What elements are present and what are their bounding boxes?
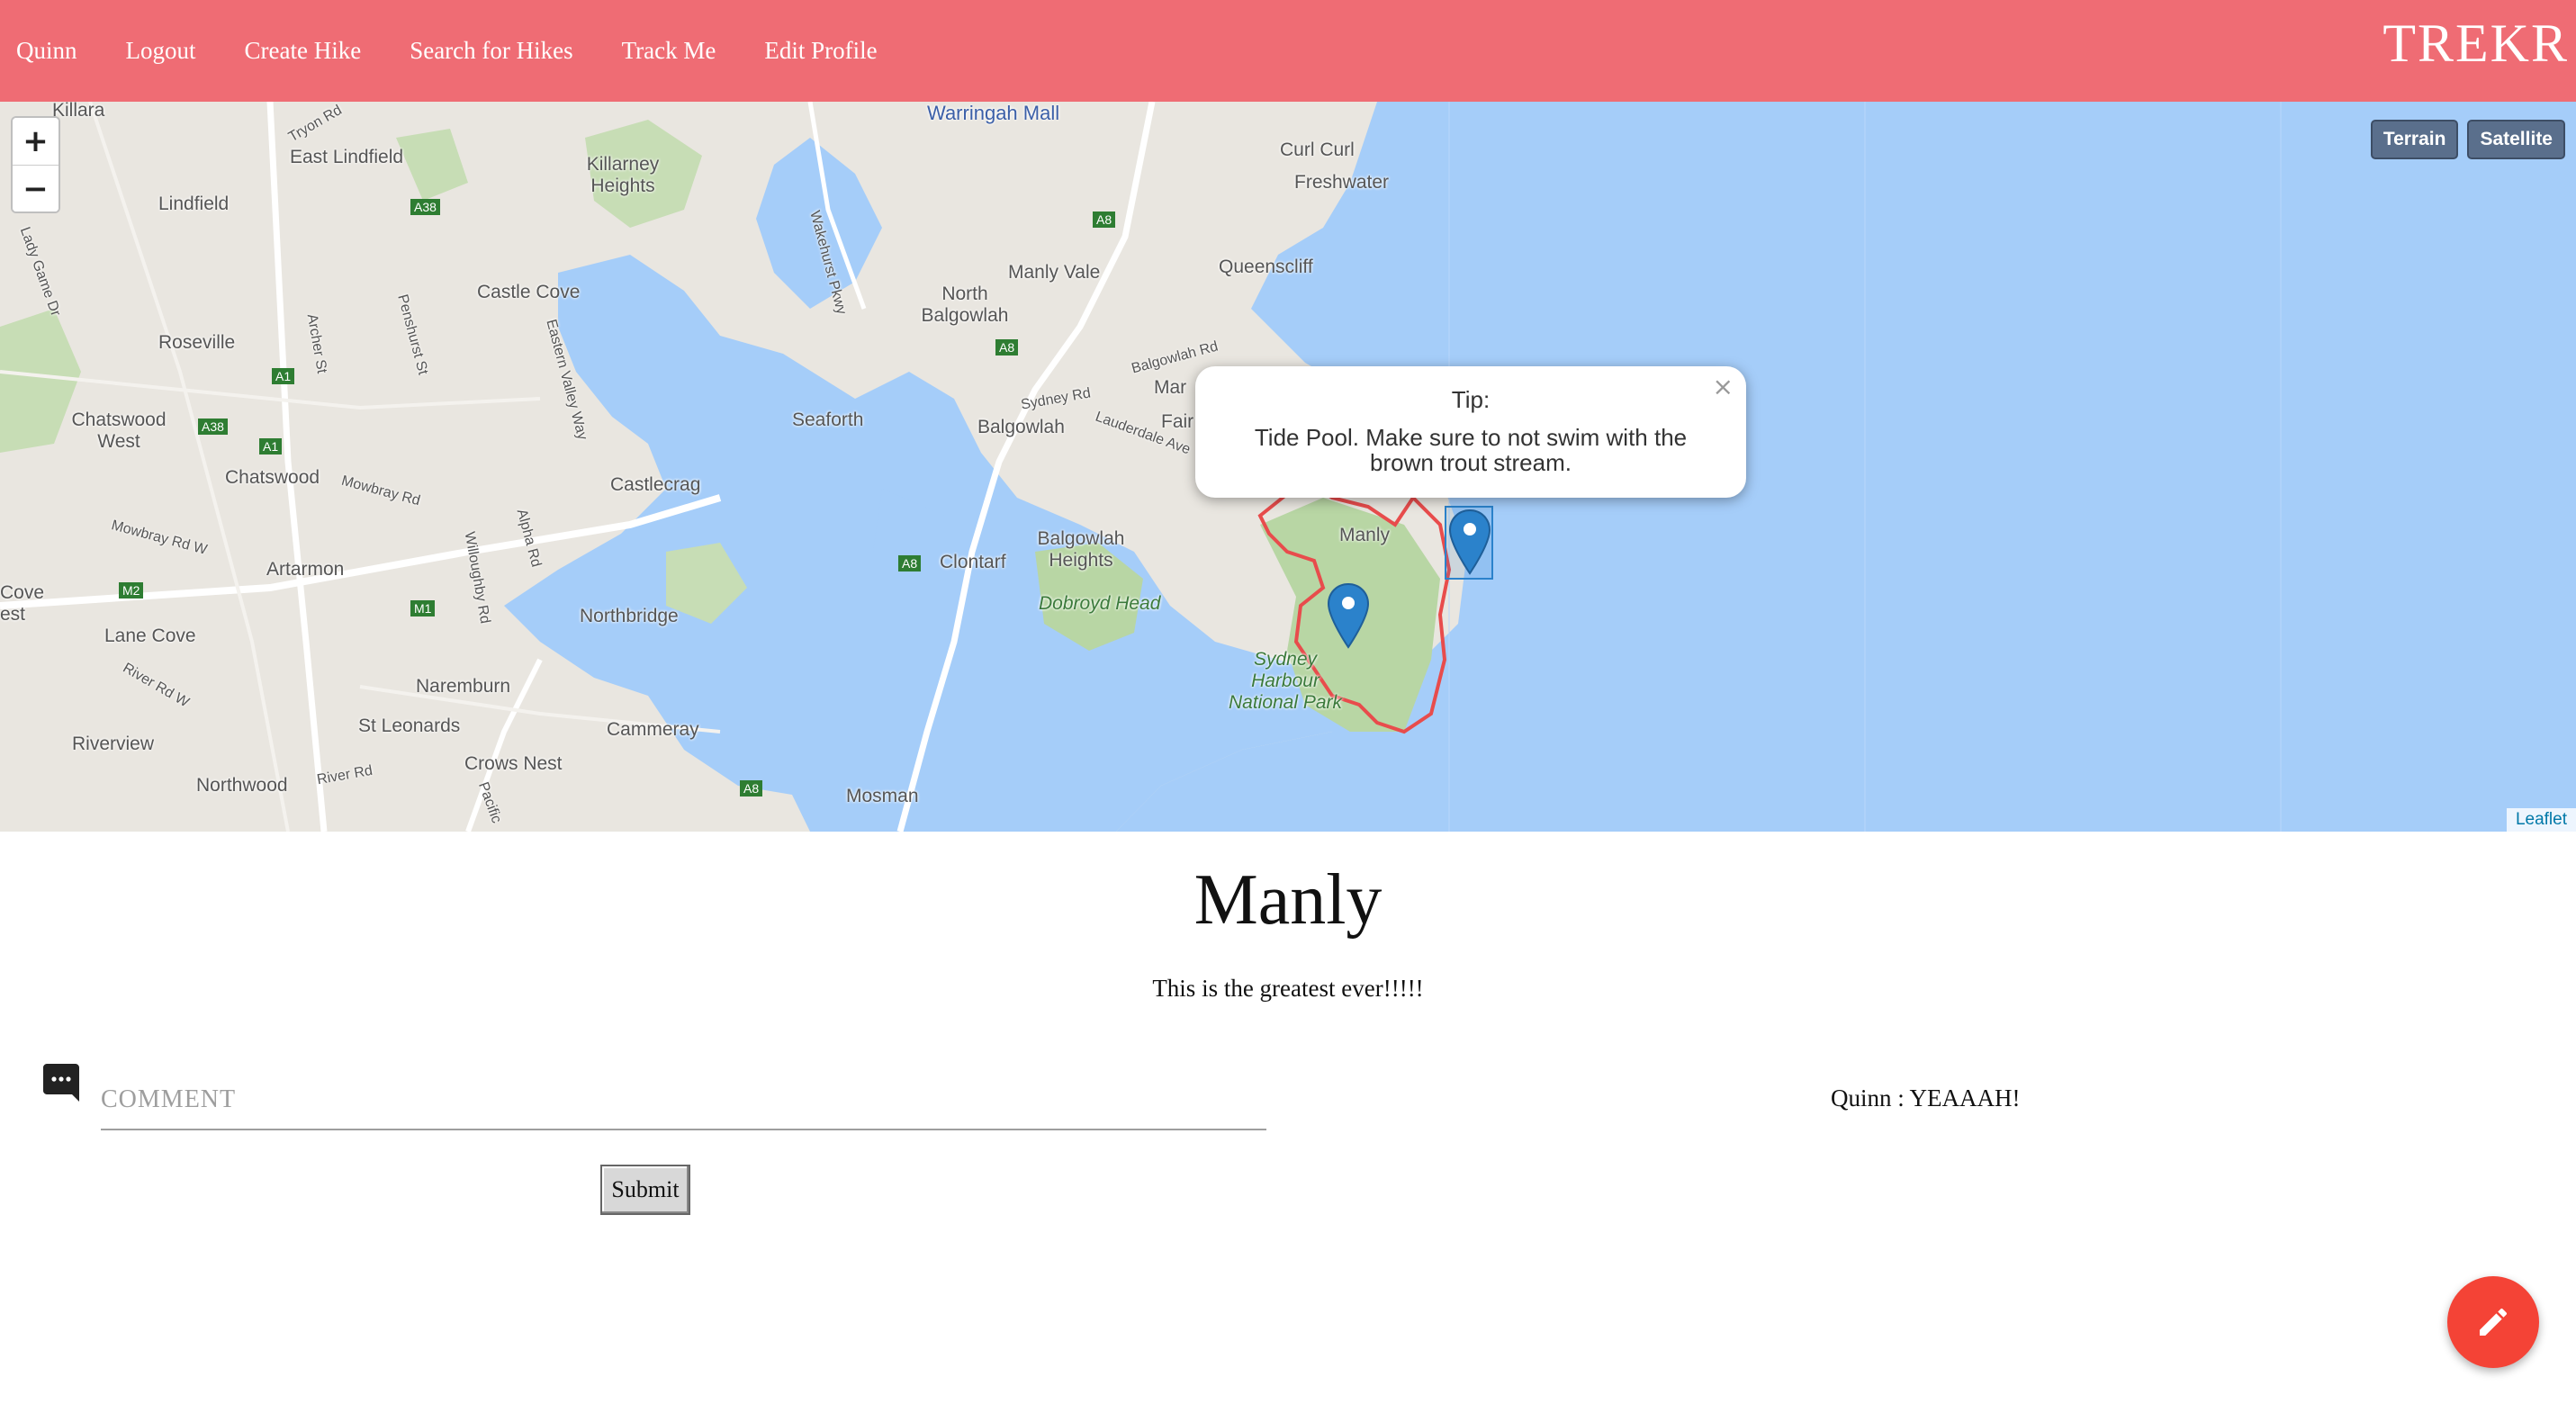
map-label-curl-curl: Curl Curl (1280, 140, 1355, 160)
map-label-lane-cove: Lane Cove (104, 626, 196, 646)
map-popup: × Tip: Tide Pool. Make sure to not swim … (1195, 366, 1746, 524)
nav-link-track-me[interactable]: Track Me (622, 37, 716, 65)
comment-item: Quinn : YEAAAH! (1831, 1084, 2021, 1112)
map-label-dobroyd-head: Dobroyd Head (1039, 593, 1161, 614)
edit-hike-button[interactable] (2447, 1276, 2539, 1368)
map-label-crows-nest: Crows Nest (464, 753, 563, 774)
map-label-clontarf: Clontarf (940, 552, 1006, 572)
map-label-east-lindfield: East Lindfield (290, 147, 404, 167)
map-label-balgowlah-heights: Balgowlah Heights (1037, 528, 1125, 571)
map-label-balgowlah: Balgowlah (977, 417, 1065, 437)
map-attribution: Leaflet (2506, 808, 2576, 832)
road-shield-m2: M2 (119, 582, 144, 598)
zoom-out-button[interactable]: − (13, 165, 59, 212)
map-label-riverview: Riverview (72, 734, 155, 754)
map-label-manly: Manly (1339, 525, 1391, 545)
map-label-artarmon: Artarmon (266, 559, 345, 580)
road-shield-a8-low: A8 (898, 555, 922, 572)
satellite-layer-button[interactable]: Satellite (2467, 120, 2565, 159)
map-label-mosman: Mosman (846, 786, 919, 806)
road-shield-a8-top: A8 (1093, 212, 1116, 228)
map-label-killara: Killara (52, 102, 105, 121)
map-label-naremburn: Naremburn (416, 676, 511, 697)
nav-link-profile[interactable]: Quinn (16, 37, 77, 65)
map-label-fair: Fair (1161, 411, 1194, 432)
map-label-north-balgowlah: North Balgowlah (921, 284, 1009, 326)
road-shield-a8-mid: A8 (995, 339, 1019, 356)
hike-title: Manly (1193, 860, 1383, 940)
road-shield-a1-a: A1 (272, 368, 295, 384)
road-shield-m1: M1 (410, 600, 436, 616)
layer-control: Terrain Satellite (2370, 120, 2565, 159)
map-label-northbridge: Northbridge (580, 606, 679, 626)
map-label-warringah-mall: Warringah Mall (927, 102, 1060, 124)
map-label-queenscliff: Queenscliff (1219, 256, 1313, 277)
map-marker-tide-pool-icon[interactable] (1448, 508, 1491, 577)
map-label-seaforth: Seaforth (792, 410, 864, 430)
map-label-sydney-harbour-np: Sydney Harbour National Park (1228, 649, 1343, 713)
map-label-northwood: Northwood (196, 775, 288, 796)
map-label-mar: Mar (1154, 377, 1187, 398)
popup-title: Tip: (1451, 386, 1491, 413)
zoom-in-button[interactable]: + (13, 118, 59, 165)
map-label-cove: Cove (0, 582, 45, 603)
map-label-chatswood: Chatswood (225, 467, 320, 488)
map-marker-icon[interactable] (1327, 582, 1370, 651)
hike-map[interactable]: Killara East Lindfield Lindfield Killarn… (0, 102, 2576, 832)
map-label-chatswood-west: Chatswood West (71, 410, 167, 452)
road-shield-a1-b: A1 (259, 438, 283, 454)
nav-link-logout[interactable]: Logout (126, 37, 196, 65)
road-shield-a8-bottom: A8 (740, 780, 763, 796)
nav-link-edit-profile[interactable]: Edit Profile (764, 37, 877, 65)
map-label-cammeray: Cammeray (607, 719, 699, 740)
pencil-icon (2480, 1308, 2508, 1336)
brand-logo[interactable]: TREKR (2382, 13, 2569, 75)
map-label-st-leonards: St Leonards (358, 716, 461, 736)
map-label-manly-vale: Manly Vale (1008, 262, 1101, 283)
map-label-castle-cove: Castle Cove (477, 282, 581, 302)
top-navbar: Quinn Logout Create Hike Search for Hike… (0, 0, 2576, 102)
map-label-killarney-heights: Killarney Heights (586, 154, 660, 196)
map-label-freshwater: Freshwater (1294, 172, 1390, 193)
terrain-layer-button[interactable]: Terrain (2370, 120, 2459, 159)
nav-link-create-hike[interactable]: Create Hike (245, 37, 362, 65)
hike-description: This is the greatest ever!!!!! (1152, 975, 1424, 1002)
map-label-castlecrag: Castlecrag (610, 474, 701, 495)
map-label-lindfield: Lindfield (158, 194, 230, 214)
submit-button[interactable]: Submit (600, 1165, 690, 1215)
nav-links: Quinn Logout Create Hike Search for Hike… (16, 37, 926, 65)
road-shield-a38-left: A38 (198, 418, 228, 435)
map-label-est: est (0, 604, 26, 625)
nav-link-search-hikes[interactable]: Search for Hikes (410, 37, 572, 65)
popup-close-icon[interactable]: × (1713, 372, 1734, 401)
comment-input[interactable] (101, 1071, 1266, 1130)
popup-body: Tide Pool. Make sure to not swim with th… (1254, 424, 1688, 476)
road-shield-a38-top: A38 (410, 199, 440, 215)
leaflet-attribution-link[interactable]: Leaflet (2516, 810, 2567, 829)
comment-icon (43, 1064, 79, 1102)
zoom-control: + − (11, 116, 60, 213)
map-label-roseville: Roseville (158, 332, 236, 353)
